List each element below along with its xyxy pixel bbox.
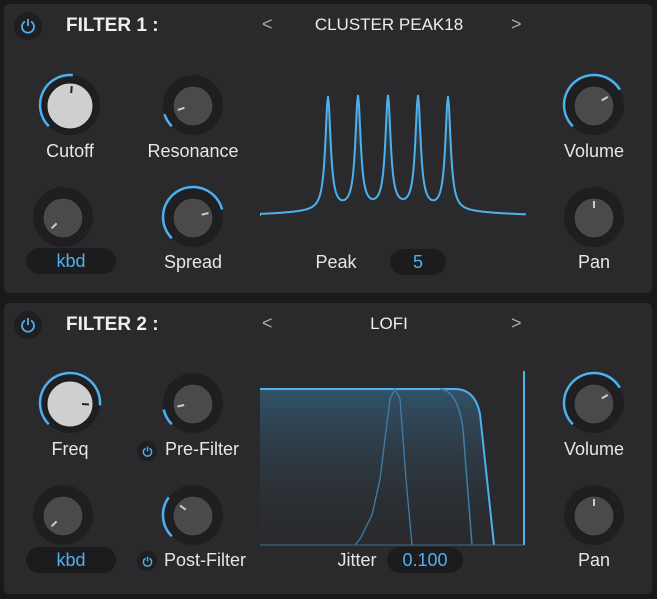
filter2-preset[interactable]: LOFI	[294, 314, 484, 334]
knob-dial	[562, 371, 624, 433]
filter1-preset[interactable]: CLUSTER PEAK18	[294, 15, 484, 35]
filter2-response-graph	[260, 371, 525, 546]
filter1-response-graph	[260, 94, 526, 216]
knob-dial	[38, 371, 102, 433]
postfilter-knob[interactable]	[158, 480, 228, 550]
cutoff-label: Cutoff	[46, 141, 94, 161]
freq-label: Freq	[51, 439, 89, 459]
spread-knob[interactable]	[158, 182, 228, 252]
filter1-panel: FILTER 1 : < CLUSTER PEAK18 > Cutoff Res…	[4, 4, 652, 293]
knob-dial	[564, 187, 624, 247]
postfilter-label: Post-Filter	[163, 550, 246, 570]
knob-dial	[33, 187, 93, 247]
filter1-power-button[interactable]	[14, 12, 42, 40]
power-icon	[142, 446, 152, 457]
power-icon	[21, 318, 35, 333]
knob-dial	[161, 185, 224, 247]
volume-knob[interactable]	[559, 70, 629, 140]
knob-dial	[163, 75, 223, 135]
knob-dial	[161, 485, 223, 545]
kbd-selector[interactable]: kbd	[26, 547, 116, 573]
power-icon	[142, 556, 152, 567]
kbd-selector[interactable]: kbd	[26, 248, 116, 274]
filter2-power-button[interactable]	[14, 311, 42, 339]
pan-label: Pan	[577, 550, 611, 570]
prefilter-power-button[interactable]	[137, 441, 157, 461]
knob-dial	[162, 373, 223, 433]
filter2-prev-button[interactable]: <	[262, 313, 273, 334]
kbd-knob[interactable]	[28, 480, 98, 550]
resonance-knob[interactable]	[158, 70, 228, 140]
filter1-response-curve	[260, 94, 526, 216]
pan-knob[interactable]	[559, 480, 629, 550]
pan-knob[interactable]	[559, 182, 629, 252]
filter1-prev-button[interactable]: <	[262, 14, 273, 35]
kbd-knob[interactable]	[28, 182, 98, 252]
knob-dial	[564, 485, 624, 545]
pan-label: Pan	[577, 252, 611, 272]
volume-knob[interactable]	[559, 368, 629, 438]
postfilter-power-button[interactable]	[137, 551, 157, 571]
jitter-label: Jitter	[337, 550, 377, 570]
volume-label: Volume	[563, 141, 625, 161]
filter1-title: FILTER 1 :	[66, 15, 159, 36]
volume-label: Volume	[563, 439, 625, 459]
power-icon	[21, 19, 35, 34]
resonance-label: Resonance	[147, 141, 239, 161]
jitter-value[interactable]: 0.100	[387, 547, 463, 573]
knob-dial	[562, 73, 624, 135]
peak-label: Peak	[315, 252, 357, 272]
peak-value[interactable]: 5	[390, 249, 446, 275]
prefilter-label: Pre-Filter	[164, 439, 239, 459]
freq-knob[interactable]	[35, 368, 105, 438]
filter2-next-button[interactable]: >	[511, 313, 522, 334]
prefilter-knob[interactable]	[158, 368, 228, 438]
filter2-panel: FILTER 2 : < LOFI > Freq Pre-Filter kbd …	[4, 303, 652, 594]
spread-label: Spread	[163, 252, 223, 272]
cutoff-knob[interactable]	[35, 70, 105, 140]
knob-dial	[33, 485, 93, 545]
knob-dial	[38, 73, 100, 135]
filter2-title: FILTER 2 :	[66, 314, 159, 335]
filter1-next-button[interactable]: >	[511, 14, 522, 35]
